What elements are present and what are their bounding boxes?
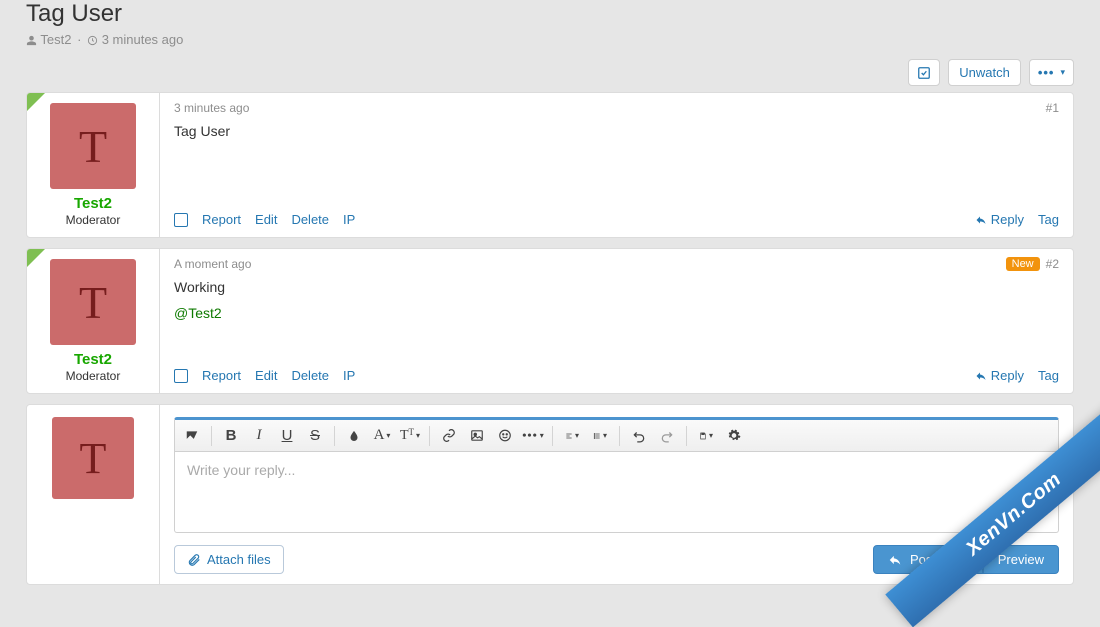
save-icon [699,429,707,443]
staff-corner-badge [27,249,45,267]
redo-button[interactable] [654,423,680,449]
attach-files-button[interactable]: Attach files [174,545,284,574]
user-mention[interactable]: @Test2 [174,305,222,321]
staff-corner-badge [27,93,45,111]
reply-link[interactable]: Reply [975,368,1024,383]
list-icon [593,429,601,443]
user-icon [26,35,37,46]
gear-icon [727,428,741,443]
list-button[interactable]: ▾ [587,423,613,449]
check-square-icon [917,66,931,80]
reply-icon [888,553,902,567]
insert-more-button[interactable]: •••▾ [520,423,546,449]
reply-textarea[interactable]: Write your reply... [175,452,1058,532]
post-permalink[interactable]: #2 [1046,257,1059,271]
post-time[interactable]: 3 minutes ago [174,101,249,115]
unwatch-button[interactable]: Unwatch [948,59,1021,86]
edit-link[interactable]: Edit [255,368,277,383]
reply-icon [975,370,987,382]
tag-link[interactable]: Tag [1038,212,1059,227]
username-link[interactable]: Test2 [35,195,151,213]
post: T Test2 Moderator A moment ago New #2 Wo… [26,248,1074,394]
post-reply-button[interactable]: Post reply [873,545,983,574]
post-content: Working @Test2 [174,279,1059,358]
avatar-initial: T [79,120,107,173]
username-link[interactable]: Test2 [35,351,151,369]
underline-button[interactable]: U [274,423,300,449]
italic-button[interactable]: I [246,423,272,449]
new-badge: New [1006,257,1040,271]
clock-icon [87,35,98,46]
more-options-button[interactable]: ••• ▾ [1029,59,1074,86]
text-color-button[interactable] [341,423,367,449]
smile-icon [498,428,512,443]
user-title: Moderator [35,213,151,227]
bold-button[interactable]: B [218,423,244,449]
mark-read-button[interactable] [908,59,940,86]
drop-icon [348,429,360,443]
reply-icon [975,214,987,226]
delete-link[interactable]: Delete [291,212,329,227]
avatar[interactable]: T [52,417,134,499]
post-content: Tag User [174,123,1059,202]
image-button[interactable] [464,423,490,449]
align-icon [565,429,573,443]
user-title: Moderator [35,369,151,383]
select-post-checkbox[interactable] [174,369,188,383]
post-time[interactable]: A moment ago [174,257,251,271]
report-link[interactable]: Report [202,368,241,383]
image-icon [470,428,484,443]
post-permalink[interactable]: #1 [1046,101,1059,115]
clear-formatting-icon[interactable] [179,423,205,449]
redo-icon [660,429,674,443]
thread-author: Test2 [40,32,71,47]
avatar[interactable]: T [50,103,136,189]
page-title: Tag User [26,0,1074,28]
select-post-checkbox[interactable] [174,213,188,227]
emoji-button[interactable] [492,423,518,449]
font-size-button[interactable]: TT▾ [397,423,423,449]
post: T Test2 Moderator 3 minutes ago #1 Tag U… [26,92,1074,238]
report-link[interactable]: Report [202,212,241,227]
undo-icon [632,429,646,443]
thread-time: 3 minutes ago [102,32,184,47]
align-button[interactable]: ▾ [559,423,585,449]
reply-link[interactable]: Reply [975,212,1024,227]
drafts-button[interactable]: ▾ [693,423,719,449]
paperclip-icon [187,553,201,567]
avatar[interactable]: T [50,259,136,345]
ip-link[interactable]: IP [343,368,355,383]
toggle-bbcode-button[interactable] [721,423,747,449]
undo-button[interactable] [626,423,652,449]
editor: B I U S A▾ TT▾ [174,417,1059,533]
tag-link[interactable]: Tag [1038,368,1059,383]
link-icon [442,428,456,443]
ip-link[interactable]: IP [343,212,355,227]
preview-button[interactable]: Preview [983,545,1059,574]
link-button[interactable] [436,423,462,449]
quick-reply: T B I U S A▾ [26,404,1074,585]
edit-link[interactable]: Edit [255,212,277,227]
ellipsis-icon: ••• [1038,65,1055,80]
avatar-initial: T [80,433,107,484]
thread-meta: Test2 · 3 minutes ago [26,32,1074,47]
font-family-button[interactable]: A▾ [369,423,395,449]
editor-toolbar: B I U S A▾ TT▾ [175,420,1058,452]
strike-button[interactable]: S [302,423,328,449]
avatar-initial: T [79,276,107,329]
delete-link[interactable]: Delete [291,368,329,383]
